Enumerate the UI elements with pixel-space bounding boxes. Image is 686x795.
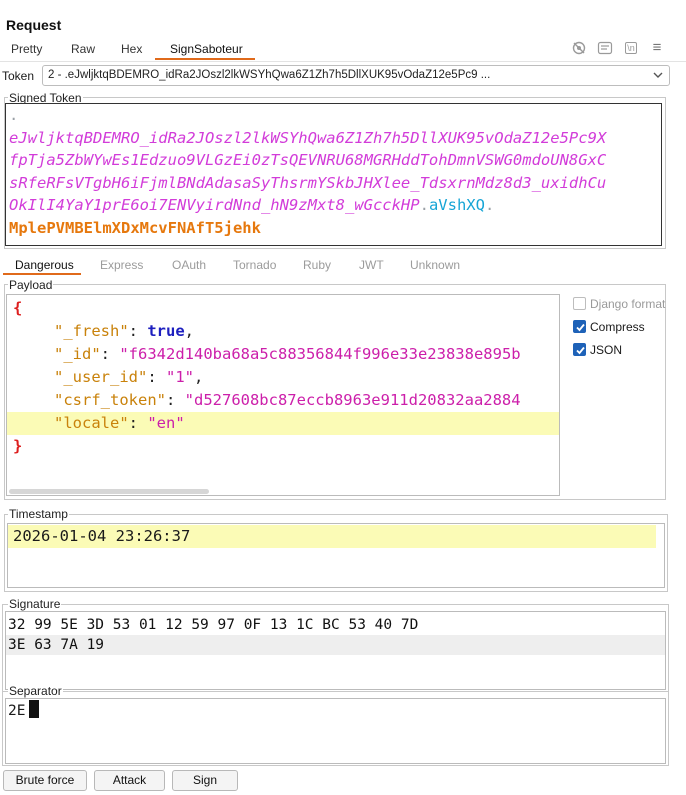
token-header-segment: sRfeRFsVTgbH6iFjmlBNdAdasaSyThsrmYSkbJHX…	[9, 173, 607, 192]
close-brace: }	[13, 437, 23, 455]
tab-pretty[interactable]: Pretty	[11, 42, 42, 56]
signer-tabs: Dangerous Express OAuth Tornado Ruby JWT…	[0, 253, 670, 275]
payload-label: Payload	[8, 278, 54, 292]
json-key: "_id"	[54, 345, 101, 363]
brute-force-button[interactable]: Brute force	[3, 770, 87, 791]
active-tab-indicator	[3, 273, 81, 275]
timestamp-label: Timestamp	[8, 507, 69, 521]
compress-label: Compress	[590, 320, 645, 334]
hex-line: 32 99 5E 3D 53 01 12 59 97 0F 13 1C BC 5…	[8, 617, 419, 633]
json-comma: ,	[184, 322, 194, 340]
newline-glyph: \n	[625, 42, 637, 54]
horizontal-scrollbar[interactable]	[9, 489, 209, 494]
code-line: {	[7, 297, 559, 320]
tab-signsaboteur[interactable]: SignSaboteur	[170, 42, 243, 56]
json-label: JSON	[590, 343, 623, 357]
json-value: "1"	[166, 368, 194, 386]
code-line: "_id": "f6342d140ba68a5c88356844f996e33e…	[54, 345, 521, 363]
sign-button[interactable]: Sign	[172, 770, 238, 791]
active-tab-indicator	[155, 58, 255, 60]
tab-dangerous[interactable]: Dangerous	[15, 258, 74, 272]
tab-raw[interactable]: Raw	[71, 42, 95, 56]
attack-button[interactable]: Attack	[94, 770, 165, 791]
token-line: fpTja5ZbWYwEs1Edzuo9VLGzEi0zTsQEVNRU68MG…	[9, 149, 606, 172]
token-line: MplePVMBElmXDxMcvFNAfT5jehk	[9, 217, 606, 240]
token-dot: .	[484, 196, 495, 215]
token-line: OkIlI4YaY1prE6oi7ENVyirdNnd_hN9zMxt8_wGc…	[9, 194, 606, 217]
token-line: .	[9, 104, 606, 127]
token-header-segment: fpTja5ZbWYwEs1Edzuo9VLGzEi0zTsQEVNRU68MG…	[9, 151, 607, 170]
tab-oauth[interactable]: OAuth	[172, 258, 206, 272]
token-line: eJwljktqBDEMRO_idRa2JOszl2lkWSYhQwa6Z1Zh…	[9, 127, 606, 150]
separator-hex-editor[interactable]: 2E	[5, 698, 666, 764]
tab-ruby[interactable]: Ruby	[303, 258, 331, 272]
token-select[interactable]: 2 - .eJwljktqBDEMRO_idRa2JOszl2lkWSYhQwa…	[42, 65, 670, 86]
signature-hex-editor[interactable]: 32 99 5E 3D 53 01 12 59 97 0F 13 1C BC 5…	[5, 611, 666, 690]
chevron-down-icon	[651, 67, 665, 83]
panel-title: Request	[6, 17, 62, 33]
json-key: "_user_id"	[54, 368, 148, 386]
checkbox-checked-icon	[573, 320, 586, 333]
code-line-highlighted: "locale": "en"	[7, 412, 559, 435]
token-header-segment: eJwljktqBDEMRO_idRa2JOszl2lkWSYhQwa6Z1Zh…	[9, 128, 607, 147]
open-brace: {	[13, 299, 23, 317]
token-dot: .	[9, 106, 19, 124]
token-select-value: 2 - .eJwljktqBDEMRO_idRa2JOszl2lkWSYhQwa…	[48, 69, 491, 81]
eye-off-icon[interactable]	[571, 40, 587, 56]
json-value: "f6342d140ba68a5c88356844f996e33e23838e8…	[119, 345, 521, 363]
json-key: "csrf_token"	[54, 391, 166, 409]
payload-editor[interactable]: { "_fresh": true, "_id": "f6342d140ba68a…	[6, 294, 560, 496]
code-line: "_user_id": "1",	[54, 368, 204, 386]
token-signature-segment: MplePVMBElmXDxMcvFNAfT5jehk	[9, 218, 261, 237]
json-value: "en"	[147, 414, 185, 432]
checkbox-checked-icon	[573, 343, 586, 356]
code-line: }	[7, 435, 559, 458]
tab-jwt[interactable]: JWT	[359, 258, 384, 272]
token-header-segment: OkIlI4YaY1prE6oi7ENVyirdNnd_hN9zMxt8_wGc…	[9, 196, 420, 215]
signed-token-editor[interactable]: . eJwljktqBDEMRO_idRa2JOszl2lkWSYhQwa6Z1…	[5, 103, 662, 246]
code-line: "csrf_token": "d527608bc87eccb8963e911d2…	[54, 391, 521, 409]
hex-line: 3E 63 7A 19	[6, 635, 665, 655]
tab-express[interactable]: Express	[100, 258, 143, 272]
checkbox-unchecked-icon	[573, 297, 586, 310]
menu-icon[interactable]: ≡	[649, 40, 665, 56]
separator-value: 2E	[8, 703, 26, 719]
separator-label: Separator	[8, 684, 63, 698]
json-key: "locale"	[54, 414, 129, 432]
json-value: "d527608bc87eccb8963e911d20832aa2884	[184, 391, 521, 409]
timestamp-value: 2026-01-04 23:26:37	[8, 525, 656, 548]
token-dot: .	[419, 196, 429, 215]
tab-tornado[interactable]: Tornado	[233, 258, 276, 272]
text-cursor	[29, 700, 40, 718]
timestamp-editor[interactable]: 2026-01-04 23:26:37	[7, 523, 665, 588]
json-value: true	[147, 322, 185, 340]
token-timestamp-segment: aVshXQ	[428, 196, 485, 215]
token-label: Token	[2, 69, 35, 83]
django-format-label: Django format	[590, 297, 666, 311]
token-line: sRfeRFsVTgbH6iFjmlBNdAdasaSyThsrmYSkbJHX…	[9, 172, 606, 195]
tab-hex[interactable]: Hex	[121, 42, 142, 56]
tab-unknown[interactable]: Unknown	[410, 258, 460, 272]
newline-icon[interactable]: \n	[623, 40, 639, 56]
json-comma: ,	[194, 368, 204, 386]
signature-label: Signature	[8, 597, 62, 611]
wrap-icon[interactable]	[597, 40, 613, 56]
code-line: "_fresh": true,	[54, 322, 194, 340]
json-key: "_fresh"	[54, 322, 129, 340]
